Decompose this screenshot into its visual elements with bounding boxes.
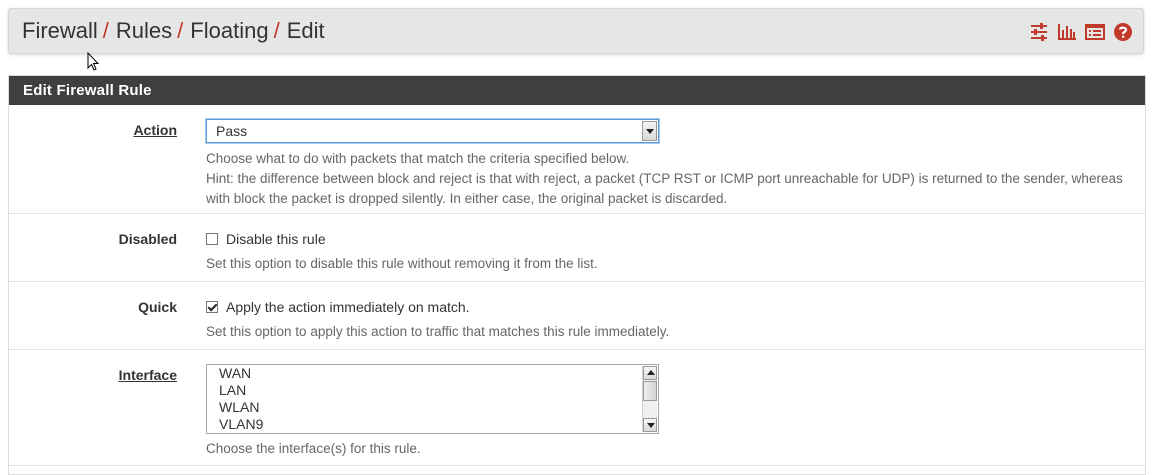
page-header: Firewall / Rules / Floating / Edit [8, 8, 1144, 54]
interface-listbox[interactable]: WAN LAN WLAN VLAN9 [206, 364, 659, 434]
action-help: Choose what to do with packets that matc… [206, 149, 1123, 209]
breadcrumb-separator: / [273, 18, 280, 43]
help-icon[interactable] [1113, 22, 1133, 42]
quick-checkbox-label[interactable]: Apply the action immediately on match. [226, 299, 470, 315]
action-selected-value: Pass [216, 123, 248, 139]
edit-firewall-rule-panel: Edit Firewall Rule Action Pass Choose wh… [8, 75, 1146, 475]
action-label: Action [133, 122, 177, 138]
disable-rule-checkbox-group[interactable]: Disable this rule [206, 231, 326, 247]
scroll-down-icon[interactable] [643, 418, 657, 432]
interface-scrollbar[interactable] [642, 366, 657, 432]
disable-rule-checkbox[interactable] [206, 233, 218, 245]
bar-chart-icon[interactable] [1057, 22, 1077, 42]
scroll-thumb[interactable] [643, 381, 657, 401]
action-row: Action Pass Choose what to do with packe… [9, 105, 1145, 214]
disabled-row: Disabled Disable this rule Set this opti… [9, 214, 1145, 282]
interface-option[interactable]: VLAN9 [207, 416, 658, 433]
breadcrumb-rules[interactable]: Rules [116, 18, 172, 43]
header-icons [1029, 22, 1133, 42]
interface-help: Choose the interface(s) for this rule. [206, 441, 421, 456]
quick-label: Quick [138, 299, 177, 315]
scroll-up-icon[interactable] [643, 366, 657, 380]
sliders-icon[interactable] [1029, 22, 1049, 42]
breadcrumb-separator: / [177, 18, 184, 43]
log-list-icon[interactable] [1085, 22, 1105, 42]
breadcrumb-separator: / [102, 18, 109, 43]
breadcrumb-firewall[interactable]: Firewall [22, 18, 98, 43]
action-hint-line: with block the packet is dropped silentl… [206, 191, 728, 206]
quick-help: Set this option to apply this action to … [206, 324, 670, 339]
breadcrumb-floating[interactable]: Floating [190, 18, 268, 43]
disable-rule-checkbox-label[interactable]: Disable this rule [226, 231, 326, 247]
interface-option[interactable]: WLAN [207, 399, 658, 416]
action-hint-line: Hint: the difference between block and r… [206, 171, 1123, 186]
interface-option[interactable]: LAN [207, 382, 658, 399]
panel-title: Edit Firewall Rule [9, 76, 1145, 105]
action-select[interactable]: Pass [206, 119, 659, 143]
quick-checkbox-group[interactable]: Apply the action immediately on match. [206, 299, 470, 315]
disabled-label: Disabled [118, 231, 177, 247]
quick-row: Quick Apply the action immediately on ma… [9, 282, 1145, 350]
mouse-cursor-icon [87, 52, 100, 71]
action-help-line: Choose what to do with packets that matc… [206, 151, 630, 166]
breadcrumb-edit: Edit [286, 18, 325, 43]
chevron-down-icon[interactable] [642, 121, 657, 141]
interface-label: Interface [118, 367, 177, 383]
interface-option[interactable]: WAN [207, 365, 658, 382]
disabled-help: Set this option to disable this rule wit… [206, 256, 598, 271]
breadcrumb: Firewall / Rules / Floating / Edit [22, 18, 325, 44]
interface-row: Interface WAN LAN WLAN VLAN9 Choose the … [9, 350, 1145, 466]
quick-checkbox[interactable] [206, 301, 218, 313]
